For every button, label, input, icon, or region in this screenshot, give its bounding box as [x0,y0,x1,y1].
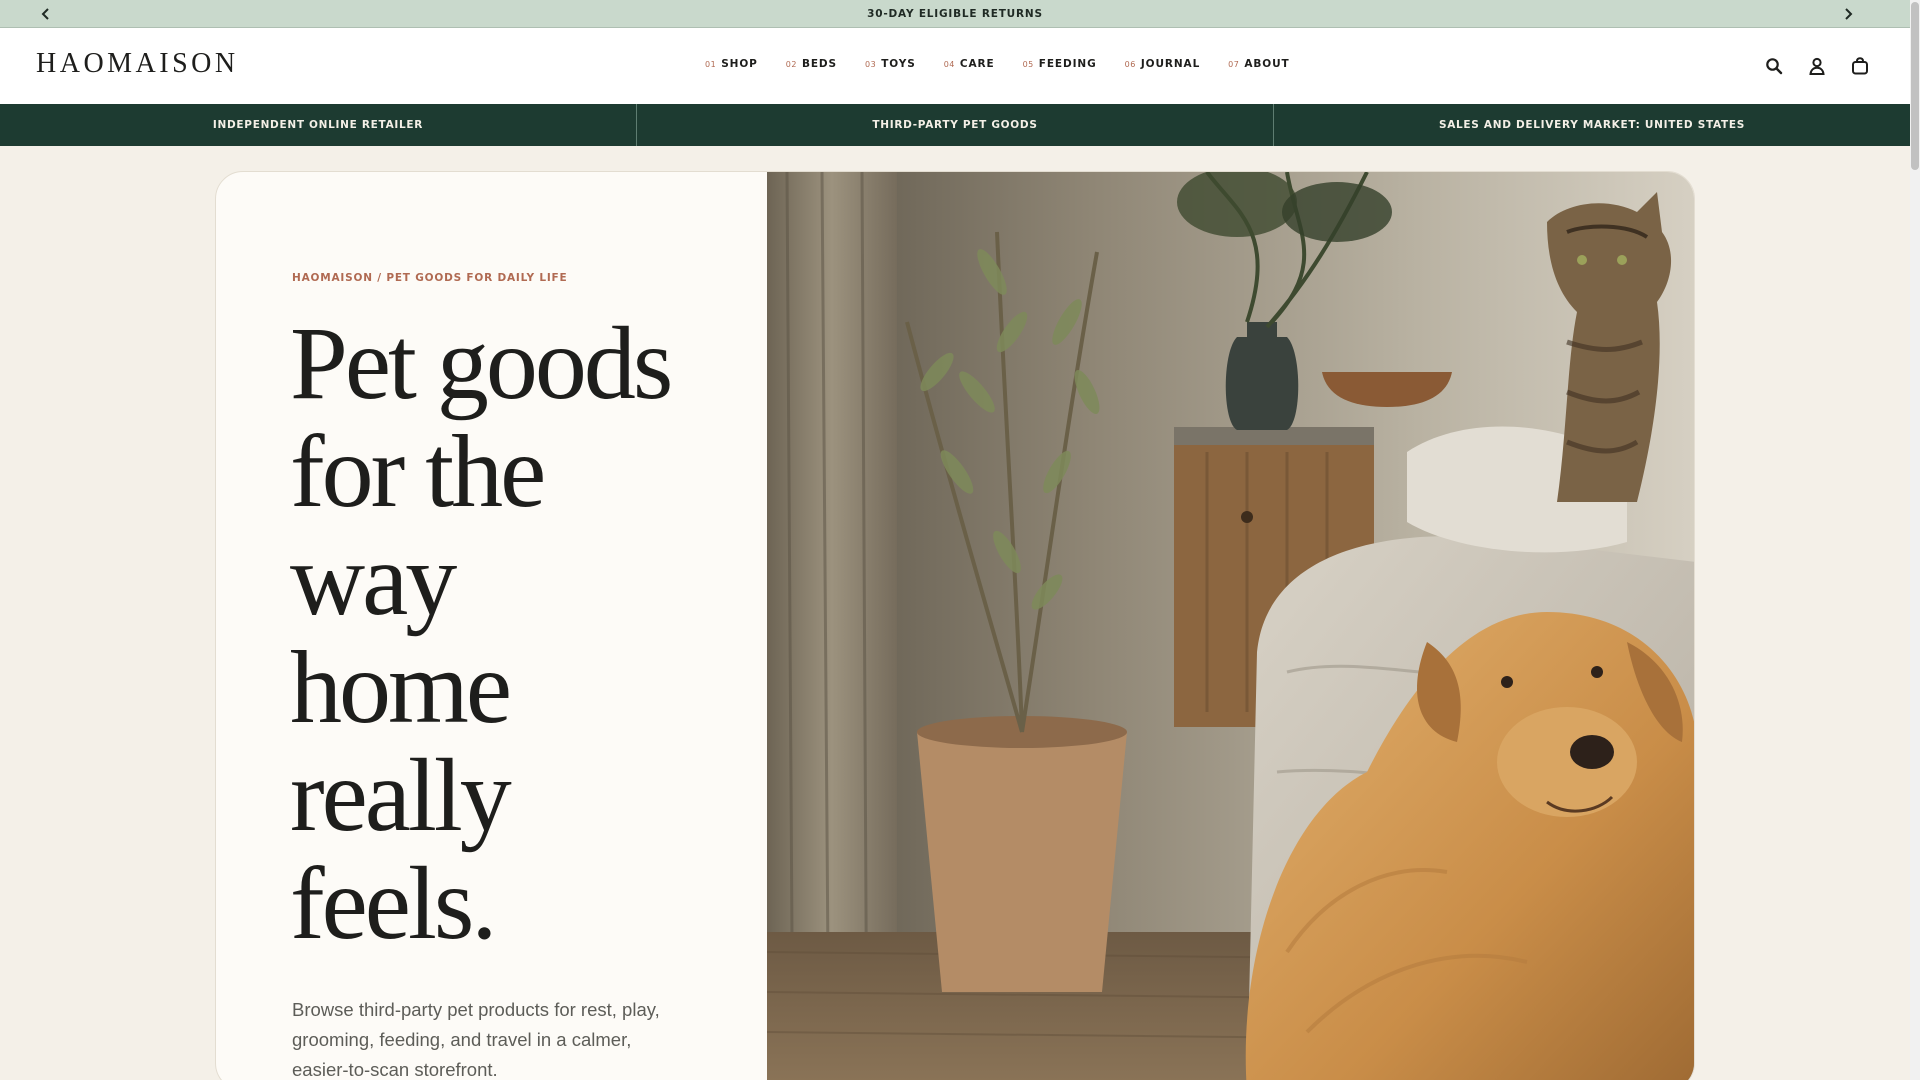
nav-label: CARE [959,58,995,70]
nav-item-about[interactable]: 07 ABOUT [1228,58,1289,70]
nav-item-beds[interactable]: 02 BEDS [786,58,837,70]
nav-number: 04 [943,60,955,69]
nav-label: SHOP [721,58,758,70]
hero-card: HAOMAISON / PET GOODS FOR DAILY LIFE Pet… [215,171,1695,1080]
nav-label: FEEDING [1038,58,1097,70]
logo[interactable]: HAOMAISON [36,48,239,80]
chevron-right-icon[interactable] [1838,4,1858,24]
nav-item-journal[interactable]: 06 JOURNAL [1125,58,1201,70]
hero-eyebrow: HAOMAISON / PET GOODS FOR DAILY LIFE [292,272,568,284]
headline-line: way [290,522,457,637]
headline-line: Pet goods [290,306,673,421]
site-header: HAOMAISON 01 SHOP 02 BEDS 03 TOYS 04 CAR… [0,28,1910,104]
nav-number: 02 [785,60,797,69]
search-icon[interactable] [1762,54,1785,77]
bag-icon[interactable] [1848,54,1871,77]
account-icon[interactable] [1805,54,1828,77]
nav-label: ABOUT [1244,58,1290,70]
headline-line: home [290,630,512,745]
hero-image [766,172,1694,1080]
nav-item-toys[interactable]: 03 TOYS [865,58,916,70]
hero-headline: Pet goods for the way home really feels. [290,310,710,958]
nav-number: 06 [1124,60,1136,69]
nav-number: 07 [1228,60,1240,69]
hero-subtext: Browse third-party pet products for rest… [292,999,660,1080]
headline-line: feels. [290,846,497,961]
headline-line: really [290,738,512,853]
chevron-left-icon[interactable] [36,4,56,24]
announcement-bar: 30-DAY ELIGIBLE RETURNS [0,0,1910,28]
nav-number: 05 [1022,60,1034,69]
info-strip-item: INDEPENDENT ONLINE RETAILER [0,104,637,146]
info-strip-item: THIRD-PARTY PET GOODS [637,104,1274,146]
nav-number: 01 [705,60,717,69]
header-actions [1762,54,1871,77]
info-strip: INDEPENDENT ONLINE RETAILER THIRD-PARTY … [0,104,1910,146]
nav-item-feeding[interactable]: 05 FEEDING [1023,58,1097,70]
headline-line: for the [290,414,546,529]
nav-number: 03 [865,60,877,69]
scrollbar-thumb[interactable] [1911,2,1919,170]
nav-label: JOURNAL [1140,58,1201,70]
nav-item-shop[interactable]: 01 SHOP [705,58,758,70]
main-nav: 01 SHOP 02 BEDS 03 TOYS 04 CARE 05 FEEDI… [705,58,1290,70]
nav-label: TOYS [881,58,916,70]
nav-item-care[interactable]: 04 CARE [944,58,995,70]
nav-label: BEDS [801,58,838,70]
announcement-text: 30-DAY ELIGIBLE RETURNS [867,7,1043,20]
info-strip-item: SALES AND DELIVERY MARKET: UNITED STATES [1438,119,1746,131]
